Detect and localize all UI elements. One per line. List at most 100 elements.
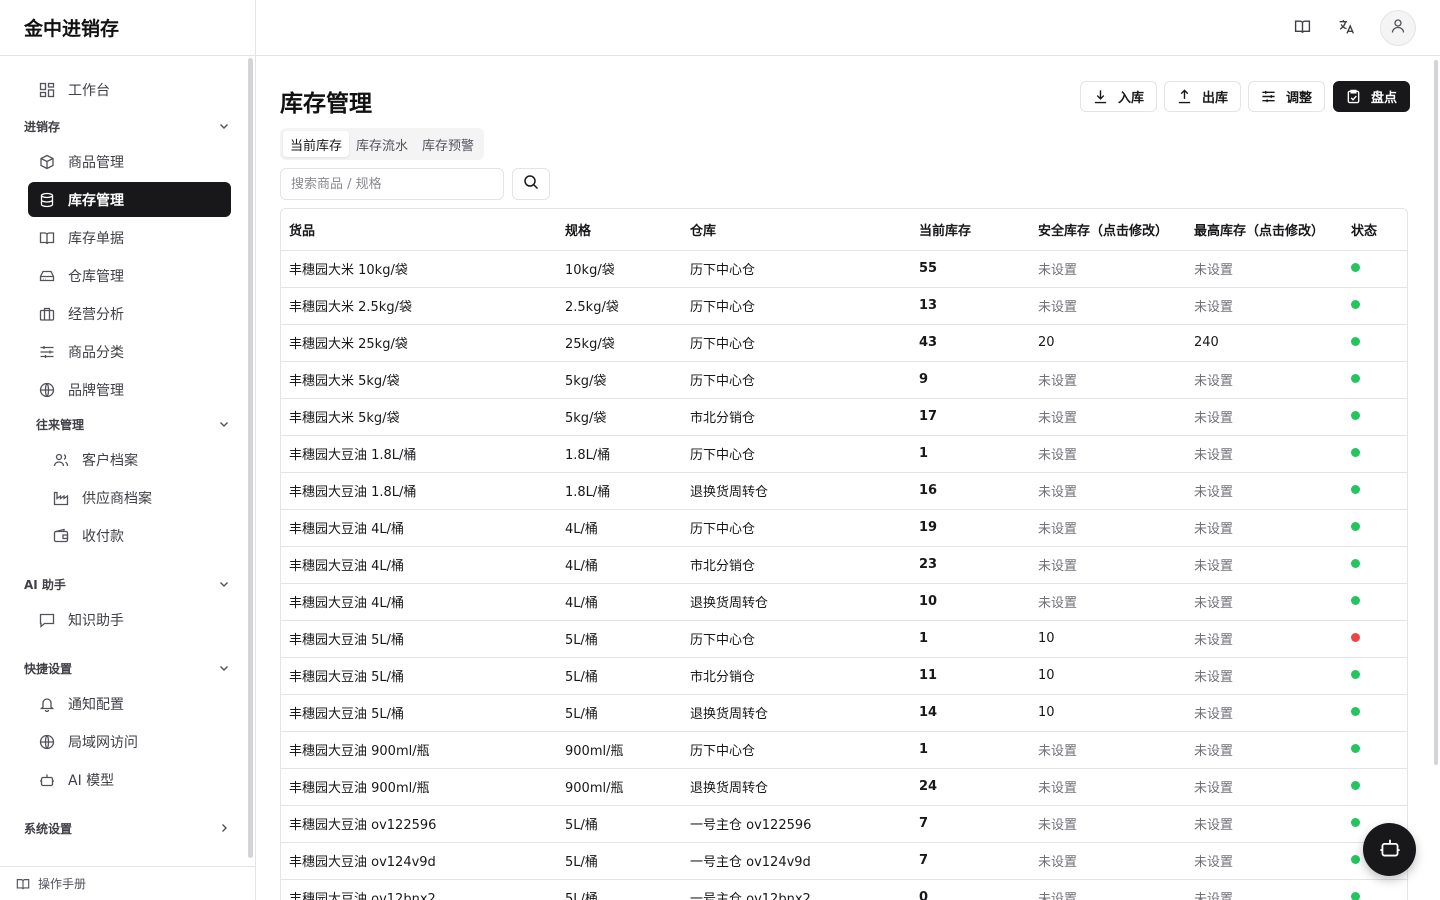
- sidebar-item-customers[interactable]: 客户档案: [40, 442, 230, 477]
- cell-status: [1343, 509, 1407, 547]
- cell-max-stock[interactable]: 未设置: [1186, 250, 1343, 288]
- cell-max-stock[interactable]: 未设置: [1186, 583, 1343, 621]
- cell-safety-stock[interactable]: 未设置: [1030, 287, 1186, 325]
- ai-assistant-button[interactable]: [1363, 823, 1416, 876]
- table-row[interactable]: 丰穗园大米 10kg/袋 10kg/袋 历下中心仓 55 未设置 未设置: [281, 250, 1407, 288]
- cell-max-stock[interactable]: 未设置: [1186, 694, 1343, 732]
- cell-max-stock[interactable]: 未设置: [1186, 287, 1343, 325]
- cell-max-stock[interactable]: 未设置: [1186, 879, 1343, 900]
- sidebar-item-categories[interactable]: 商品分类: [28, 334, 231, 369]
- sidebar-item-documents[interactable]: 库存单据: [28, 220, 231, 255]
- table-row[interactable]: 丰穗园大豆油 5L/桶 5L/桶 市北分销仓 11 10 未设置: [281, 657, 1407, 695]
- table-row[interactable]: 丰穗园大豆油 4L/桶 4L/桶 退换货周转仓 10 未设置 未设置: [281, 583, 1407, 621]
- cell-max-stock[interactable]: 未设置: [1186, 546, 1343, 584]
- table-row[interactable]: 丰穗园大豆油 5L/桶 5L/桶 退换货周转仓 14 10 未设置: [281, 694, 1407, 732]
- cell-safety-stock[interactable]: 未设置: [1030, 731, 1186, 769]
- cell-safety-stock[interactable]: 未设置: [1030, 250, 1186, 288]
- sidebar-item-products[interactable]: 商品管理: [28, 144, 231, 179]
- manual-link[interactable]: 操作手册: [0, 866, 255, 900]
- search-input[interactable]: [280, 168, 504, 200]
- cell-safety-stock[interactable]: 未设置: [1030, 805, 1186, 843]
- sidebar-item-brands[interactable]: 品牌管理: [28, 372, 231, 407]
- cell-max-stock[interactable]: 未设置: [1186, 361, 1343, 399]
- cell-product: 丰穗园大米 5kg/袋: [281, 398, 557, 436]
- group-inventory[interactable]: 进销存: [24, 116, 230, 136]
- user-avatar[interactable]: [1380, 10, 1416, 46]
- cell-safety-stock[interactable]: 未设置: [1030, 361, 1186, 399]
- table-row[interactable]: 丰穗园大豆油 ov124v9d 5L/桶 一号主仓 ov124v9d 7 未设置 未设置: [281, 842, 1407, 880]
- cell-safety-stock[interactable]: 未设置: [1030, 583, 1186, 621]
- group-ai[interactable]: AI 助手: [24, 574, 230, 594]
- table-row[interactable]: 丰穗园大豆油 900ml/瓶 900ml/瓶 退换货周转仓 24 未设置 未设置: [281, 768, 1407, 806]
- cell-safety-stock[interactable]: 未设置: [1030, 472, 1186, 510]
- table-row[interactable]: 丰穗园大米 2.5kg/袋 2.5kg/袋 历下中心仓 13 未设置 未设置: [281, 287, 1407, 325]
- sidebar-item-ai-model[interactable]: AI 模型: [28, 762, 231, 797]
- group-system[interactable]: 系统设置: [24, 818, 230, 838]
- cell-safety-stock[interactable]: 未设置: [1030, 509, 1186, 547]
- sidebar-item-notifications[interactable]: 通知配置: [28, 686, 231, 721]
- page-scrollbar[interactable]: [1434, 60, 1438, 765]
- cell-safety-stock[interactable]: 10: [1030, 620, 1186, 658]
- cell-safety-stock[interactable]: 未设置: [1030, 842, 1186, 880]
- table-row[interactable]: 丰穗园大豆油 ov122596 5L/桶 一号主仓 ov122596 7 未设置 未设置: [281, 805, 1407, 843]
- sidebar-scrollbar[interactable]: [248, 58, 253, 858]
- cell-safety-stock[interactable]: 未设置: [1030, 398, 1186, 436]
- table-row[interactable]: 丰穗园大豆油 4L/桶 4L/桶 市北分销仓 23 未设置 未设置: [281, 546, 1407, 584]
- group-shortcuts[interactable]: 快捷设置: [24, 658, 230, 678]
- sidebar-item-warehouses[interactable]: 仓库管理: [28, 258, 231, 293]
- cell-max-stock[interactable]: 未设置: [1186, 805, 1343, 843]
- sidebar-item-workbench[interactable]: 工作台: [28, 72, 231, 107]
- cell-safety-stock[interactable]: 未设置: [1030, 768, 1186, 806]
- cell-safety-stock[interactable]: 10: [1030, 694, 1186, 732]
- column-header: 最高库存（点击修改）: [1186, 209, 1343, 251]
- sidebar-item-suppliers[interactable]: 供应商档案: [40, 480, 230, 515]
- cell-safety-stock[interactable]: 20: [1030, 324, 1186, 362]
- cell-max-stock[interactable]: 未设置: [1186, 620, 1343, 658]
- globe-icon: [38, 381, 56, 399]
- wallet-icon: [52, 527, 70, 545]
- sidebar-item-knowledge[interactable]: 知识助手: [28, 602, 231, 637]
- table-row[interactable]: 丰穗园大米 5kg/袋 5kg/袋 市北分销仓 17 未设置 未设置: [281, 398, 1407, 436]
- docs-button[interactable]: [1286, 12, 1318, 44]
- table-row[interactable]: 丰穗园大米 25kg/袋 25kg/袋 历下中心仓 43 20 240: [281, 324, 1407, 362]
- sidebar-item-analytics[interactable]: 经营分析: [28, 296, 231, 331]
- cell-max-stock[interactable]: 未设置: [1186, 472, 1343, 510]
- cell-current-stock: 0: [911, 879, 1030, 900]
- search-button[interactable]: [512, 168, 550, 200]
- table-row[interactable]: 丰穗园大豆油 ov12bnx2 5L/桶 一号主仓 ov12bnx2 0 未设置 未设置: [281, 879, 1407, 900]
- tab-stock-ledger[interactable]: 库存流水: [349, 131, 415, 157]
- language-button[interactable]: [1330, 12, 1362, 44]
- table-row[interactable]: 丰穗园大豆油 1.8L/桶 1.8L/桶 退换货周转仓 16 未设置 未设置: [281, 472, 1407, 510]
- cell-safety-stock[interactable]: 未设置: [1030, 435, 1186, 473]
- cell-safety-stock[interactable]: 未设置: [1030, 546, 1186, 584]
- adjust-button[interactable]: 调整: [1248, 81, 1326, 112]
- table-row[interactable]: 丰穗园大豆油 4L/桶 4L/桶 历下中心仓 19 未设置 未设置: [281, 509, 1407, 547]
- group-partners[interactable]: 往来管理: [36, 414, 230, 434]
- cell-max-stock[interactable]: 未设置: [1186, 657, 1343, 695]
- sidebar-item-lan[interactable]: 局域网访问: [28, 724, 231, 759]
- cell-max-stock[interactable]: 240: [1186, 324, 1343, 362]
- clipboard-check-icon: [1346, 89, 1361, 104]
- table-row[interactable]: 丰穗园大豆油 1.8L/桶 1.8L/桶 历下中心仓 1 未设置 未设置: [281, 435, 1407, 473]
- outbound-button[interactable]: 出库: [1164, 81, 1242, 112]
- cell-safety-stock[interactable]: 未设置: [1030, 879, 1186, 900]
- cell-max-stock[interactable]: 未设置: [1186, 842, 1343, 880]
- cell-max-stock[interactable]: 未设置: [1186, 398, 1343, 436]
- cell-spec: 1.8L/桶: [557, 472, 682, 510]
- cell-max-stock[interactable]: 未设置: [1186, 509, 1343, 547]
- sidebar-item-inventory[interactable]: 库存管理: [28, 182, 231, 217]
- cell-max-stock[interactable]: 未设置: [1186, 768, 1343, 806]
- table-row[interactable]: 丰穗园大豆油 5L/桶 5L/桶 历下中心仓 1 10 未设置: [281, 620, 1407, 658]
- table-row[interactable]: 丰穗园大米 5kg/袋 5kg/袋 历下中心仓 9 未设置 未设置: [281, 361, 1407, 399]
- status-dot-ok: [1351, 374, 1360, 383]
- tab-stock-alerts[interactable]: 库存预警: [415, 131, 481, 157]
- table-row[interactable]: 丰穗园大豆油 900ml/瓶 900ml/瓶 历下中心仓 1 未设置 未设置: [281, 731, 1407, 769]
- stocktake-button[interactable]: 盘点: [1333, 81, 1411, 112]
- chevron-down-icon: [218, 578, 230, 590]
- inbound-button[interactable]: 入库: [1080, 81, 1158, 112]
- cell-max-stock[interactable]: 未设置: [1186, 435, 1343, 473]
- sidebar-item-payments[interactable]: 收付款: [40, 518, 230, 553]
- cell-safety-stock[interactable]: 10: [1030, 657, 1186, 695]
- tab-current-stock[interactable]: 当前库存: [283, 131, 350, 157]
- cell-max-stock[interactable]: 未设置: [1186, 731, 1343, 769]
